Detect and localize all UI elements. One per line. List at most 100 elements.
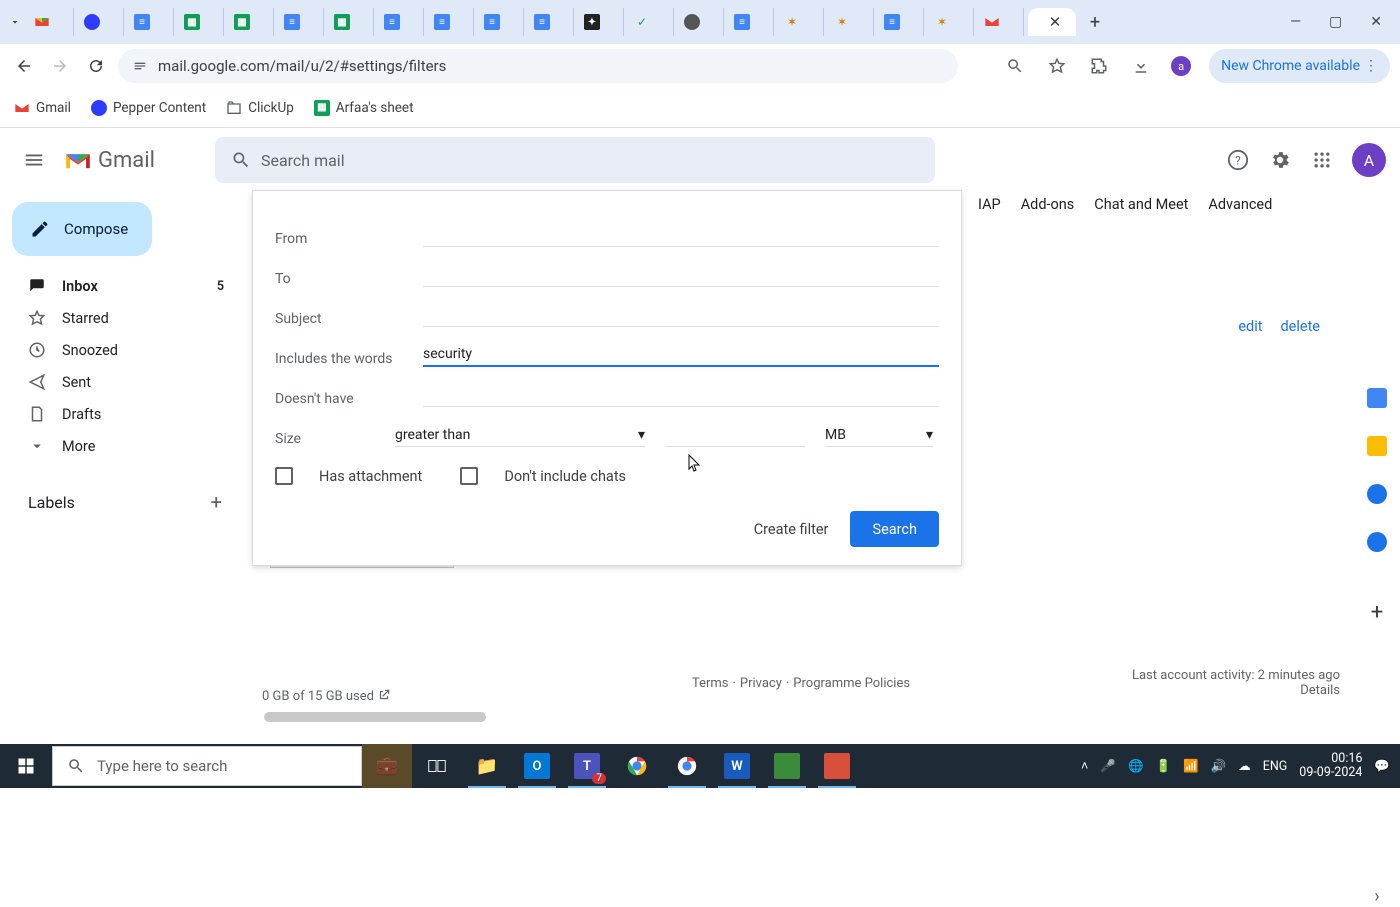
- new-tab-button[interactable]: +: [1080, 12, 1110, 33]
- includes-input[interactable]: [423, 343, 939, 367]
- main-menu-icon[interactable]: [14, 140, 54, 180]
- side-panel-collapse-icon[interactable]: ›: [1374, 886, 1379, 907]
- tab-doc-8[interactable]: ≡: [878, 8, 924, 36]
- horizontal-scrollbar[interactable]: [264, 712, 486, 722]
- contacts-addon-icon[interactable]: [1367, 532, 1387, 552]
- tabs-dropdown-icon[interactable]: [6, 13, 24, 31]
- size-operator-select[interactable]: greater than▾: [395, 423, 645, 447]
- to-input[interactable]: [423, 263, 939, 287]
- no-chats-checkbox[interactable]: [460, 467, 478, 485]
- open-in-new-icon[interactable]: [377, 688, 391, 702]
- keep-addon-icon[interactable]: [1367, 436, 1387, 456]
- tab-gmail[interactable]: [28, 8, 74, 36]
- site-info-icon[interactable]: [132, 58, 148, 74]
- tab-sheet-2[interactable]: ▦: [228, 8, 274, 36]
- reload-button[interactable]: [82, 52, 110, 80]
- tab-doc-4[interactable]: ≡: [428, 8, 474, 36]
- window-maximize[interactable]: ▢: [1329, 14, 1342, 30]
- filter-search-button[interactable]: Search: [850, 511, 939, 547]
- calendar-addon-icon[interactable]: [1367, 388, 1387, 408]
- tab-advanced[interactable]: Advanced: [1208, 196, 1272, 226]
- sidebar-inbox[interactable]: Inbox 5: [8, 270, 240, 302]
- profile-small-avatar[interactable]: a: [1171, 56, 1191, 76]
- taskbar-camtasia-2[interactable]: [812, 744, 862, 788]
- details-link[interactable]: Details: [1132, 683, 1340, 698]
- gmail-logo[interactable]: Gmail: [64, 148, 155, 173]
- settings-gear-icon[interactable]: [1268, 148, 1292, 172]
- account-avatar[interactable]: A: [1352, 143, 1386, 177]
- tray-onedrive-icon[interactable]: ☁: [1238, 758, 1251, 774]
- tab-gmail-2[interactable]: [978, 8, 1024, 36]
- size-value-input[interactable]: [665, 423, 805, 447]
- bookmark-gmail[interactable]: Gmail: [14, 100, 71, 116]
- tab-doc-6[interactable]: ≡: [528, 8, 574, 36]
- bookmark-star-icon[interactable]: [1045, 54, 1069, 78]
- subject-input[interactable]: [423, 303, 939, 327]
- tab-chatgpt[interactable]: [678, 8, 724, 36]
- taskbar-taskview[interactable]: [412, 744, 462, 788]
- tab-claude-2[interactable]: ✶: [828, 8, 874, 36]
- taskbar-chrome-1[interactable]: [612, 744, 662, 788]
- filter-edit-link[interactable]: edit: [1238, 318, 1262, 335]
- tray-mic-icon[interactable]: 🎤: [1100, 759, 1116, 774]
- tray-notifications-icon[interactable]: 💬: [1374, 759, 1390, 774]
- window-close[interactable]: ✕: [1370, 14, 1382, 30]
- bookmark-pepper[interactable]: Pepper Content: [91, 100, 206, 116]
- downloads-icon[interactable]: [1129, 54, 1153, 78]
- tray-language[interactable]: ENG: [1263, 759, 1288, 774]
- taskbar-clock[interactable]: 00:16 09-09-2024: [1299, 752, 1362, 781]
- taskbar-chrome-2[interactable]: [662, 744, 712, 788]
- tab-addons[interactable]: Add-ons: [1021, 196, 1075, 226]
- start-button[interactable]: [0, 744, 52, 788]
- tab-sheet-3[interactable]: ▦: [328, 8, 374, 36]
- sidebar-more[interactable]: More: [8, 430, 240, 462]
- tab-doc-2[interactable]: ≡: [278, 8, 324, 36]
- chrome-update-button[interactable]: New Chrome available ⋮: [1209, 49, 1390, 83]
- tab-doc-5[interactable]: ≡: [478, 8, 524, 36]
- tray-wifi-icon[interactable]: 📶: [1183, 759, 1199, 774]
- taskbar-outlook[interactable]: O: [512, 744, 562, 788]
- sidebar-drafts[interactable]: Drafts: [8, 398, 240, 430]
- tab-other-1[interactable]: ✦: [578, 8, 624, 36]
- tab-claude-1[interactable]: ✶: [778, 8, 824, 36]
- tab-active[interactable]: ✕: [1028, 8, 1076, 36]
- tab-doc-7[interactable]: ≡: [728, 8, 774, 36]
- sidebar-sent[interactable]: Sent: [8, 366, 240, 398]
- url-search-icon[interactable]: [1003, 54, 1027, 78]
- get-addons-icon[interactable]: +: [1371, 600, 1383, 625]
- compose-button[interactable]: Compose: [12, 202, 152, 256]
- bookmark-clickup[interactable]: ClickUp: [226, 100, 294, 116]
- help-icon[interactable]: ?: [1226, 148, 1250, 172]
- sidebar-snoozed[interactable]: Snoozed: [8, 334, 240, 366]
- from-input[interactable]: [423, 223, 939, 247]
- tab-other-2[interactable]: ✓: [628, 8, 674, 36]
- close-tab-icon[interactable]: ✕: [1049, 13, 1062, 31]
- terms-link[interactable]: Terms: [692, 676, 729, 691]
- tray-globe-icon[interactable]: 🌐: [1128, 759, 1144, 774]
- tab-doc-1[interactable]: ≡: [128, 8, 174, 36]
- tray-battery-icon[interactable]: 🔋: [1156, 759, 1172, 774]
- size-unit-select[interactable]: MB▾: [825, 423, 933, 447]
- tab-pepper[interactable]: [78, 8, 124, 36]
- filter-delete-link[interactable]: delete: [1280, 318, 1320, 335]
- tab-imap[interactable]: IAP: [978, 196, 1001, 226]
- back-button[interactable]: [10, 52, 38, 80]
- window-minimize[interactable]: —: [1290, 14, 1301, 30]
- taskbar-camtasia-1[interactable]: [762, 744, 812, 788]
- sidebar-starred[interactable]: Starred: [8, 302, 240, 334]
- search-mail-box[interactable]: Search mail: [215, 137, 935, 183]
- taskbar-search[interactable]: Type here to search: [52, 746, 362, 786]
- taskbar-explorer[interactable]: 📁: [462, 744, 512, 788]
- tab-sheet-1[interactable]: ▦: [178, 8, 224, 36]
- tab-claude-3[interactable]: ✶: [928, 8, 974, 36]
- tab-chat-meet[interactable]: Chat and Meet: [1094, 196, 1188, 226]
- tray-overflow-icon[interactable]: ˄: [1081, 759, 1088, 774]
- extensions-icon[interactable]: [1087, 54, 1111, 78]
- create-filter-button[interactable]: Create filter: [754, 521, 829, 538]
- doesnt-have-input[interactable]: [423, 383, 939, 407]
- has-attachment-checkbox[interactable]: [275, 467, 293, 485]
- address-bar[interactable]: mail.google.com/mail/u/2/#settings/filte…: [118, 49, 958, 83]
- taskbar-teams[interactable]: T 7: [562, 744, 612, 788]
- apps-grid-icon[interactable]: [1310, 148, 1334, 172]
- tray-volume-icon[interactable]: 🔊: [1211, 759, 1227, 774]
